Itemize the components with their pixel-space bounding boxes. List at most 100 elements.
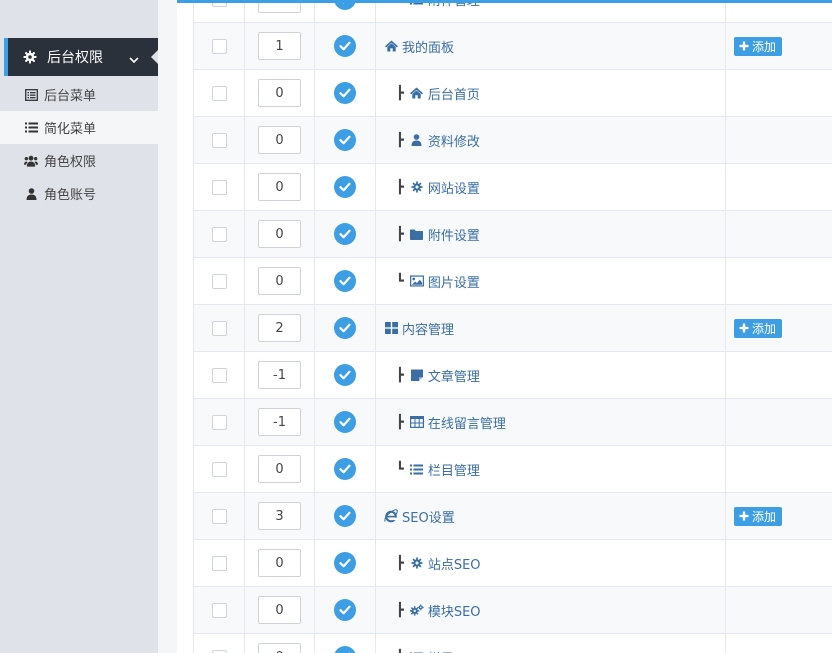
sort-order-input[interactable]: 0 (258, 596, 301, 624)
sort-order-input[interactable]: -1 (258, 408, 301, 436)
check-circle-icon[interactable] (334, 411, 356, 433)
check-circle-icon[interactable] (334, 646, 356, 653)
check-circle-icon[interactable] (334, 3, 356, 10)
row-checkbox[interactable] (211, 85, 227, 101)
menu-name-cell: SEO设置 (376, 493, 726, 539)
row-checkbox[interactable] (211, 414, 227, 430)
operation-cell (726, 352, 832, 398)
sidebar-item-3[interactable]: 角色权限 (0, 144, 158, 177)
check-circle-icon[interactable] (334, 599, 356, 621)
menu-name[interactable]: 站点SEO (428, 554, 481, 573)
users-icon (24, 154, 38, 168)
sort-cell: 0 (245, 70, 315, 116)
select-cell (194, 305, 245, 351)
row-checkbox[interactable] (211, 132, 227, 148)
add-child-button[interactable]: 添加 (734, 36, 783, 56)
row-checkbox[interactable] (211, 555, 227, 571)
menu-name[interactable]: 网站设置 (428, 178, 480, 197)
sidebar-item-2[interactable]: 简化菜单 (0, 111, 158, 144)
home-icon (384, 39, 398, 53)
menu-name[interactable]: 内容管理 (402, 319, 454, 338)
check-circle-icon[interactable] (334, 129, 356, 151)
operation-cell (726, 587, 832, 633)
sort-order-input[interactable]: 1 (258, 32, 301, 60)
check-circle-icon[interactable] (334, 270, 356, 292)
sort-order-input[interactable]: 0 (258, 220, 301, 248)
table-row: -1 ┣ 文章管理 (194, 352, 832, 399)
sort-order-input[interactable]: 2 (258, 314, 301, 342)
gears-icon (409, 603, 424, 617)
check-circle-icon[interactable] (334, 82, 356, 104)
menu-name[interactable]: 模块SEO (428, 601, 481, 620)
sort-cell: 0 (245, 258, 315, 304)
sort-order-input[interactable]: 0 (258, 267, 301, 295)
menu-name-cell: ┣ 资料修改 (376, 117, 726, 163)
row-checkbox[interactable] (211, 38, 227, 54)
operation-cell (726, 634, 832, 653)
check-circle-icon[interactable] (334, 505, 356, 527)
sort-order-input[interactable]: -1 (258, 361, 301, 389)
menu-name-cell: 我的面板 (376, 23, 726, 69)
check-circle-icon[interactable] (334, 364, 356, 386)
add-child-button[interactable]: 添加 (734, 506, 783, 526)
sort-order-input[interactable]: 0 (258, 549, 301, 577)
plus-icon (739, 511, 749, 521)
select-cell (194, 352, 245, 398)
menu-name[interactable]: 我的面板 (402, 37, 454, 56)
menu-name[interactable]: 后台首页 (428, 84, 480, 103)
table-row: 0 ┗ 栏目管理 (194, 446, 832, 493)
sort-order-input[interactable]: 3 (258, 502, 301, 530)
sort-order-input[interactable]: 0 (258, 643, 301, 653)
check-circle-icon[interactable] (334, 35, 356, 57)
check-circle-icon[interactable] (334, 223, 356, 245)
sort-cell: 0 (245, 587, 315, 633)
check-circle-icon[interactable] (334, 552, 356, 574)
check-circle-icon[interactable] (334, 176, 356, 198)
sidebar-group-admin-permissions[interactable]: 后台权限 (4, 38, 158, 76)
row-checkbox[interactable] (211, 320, 227, 336)
menu-name[interactable]: 资料修改 (428, 131, 480, 150)
check-circle-icon[interactable] (334, 458, 356, 480)
sort-order-input[interactable]: 0 (258, 455, 301, 483)
menu-name[interactable]: 图片设置 (428, 272, 480, 291)
row-checkbox[interactable] (211, 649, 227, 653)
sidebar-item-1[interactable]: 后台菜单 (0, 78, 158, 111)
menu-name[interactable]: 附件管理 (428, 3, 480, 9)
list-alt-icon (24, 88, 38, 102)
row-checkbox[interactable] (211, 273, 227, 289)
sort-order-input[interactable]: 0 (258, 3, 301, 13)
status-cell (315, 634, 376, 653)
select-cell (194, 23, 245, 69)
operation-cell (726, 446, 832, 492)
sort-order-input[interactable]: 0 (258, 79, 301, 107)
menu-name[interactable]: SEO设置 (402, 507, 455, 526)
menu-name[interactable]: 文章管理 (428, 366, 480, 385)
gear-icon (22, 49, 38, 65)
table-row: 0 ┣ 资料修改 (194, 117, 832, 164)
check-circle-icon[interactable] (334, 317, 356, 339)
row-checkbox[interactable] (211, 179, 227, 195)
table-row: 0 ┗ 图片设置 (194, 258, 832, 305)
table-row: 0 ┗ 附件管理 (194, 3, 832, 23)
sort-order-input[interactable]: 0 (258, 173, 301, 201)
row-checkbox[interactable] (211, 3, 227, 7)
ie-icon (384, 509, 398, 523)
table-row: 0 ┣ 后台首页 (194, 70, 832, 117)
select-cell (194, 399, 245, 445)
chevron-down-icon[interactable] (128, 51, 140, 70)
row-checkbox[interactable] (211, 508, 227, 524)
menu-name[interactable]: 栏目管理 (428, 460, 480, 479)
operation-cell (726, 117, 832, 163)
menu-name[interactable]: 栏目SEO (428, 648, 481, 653)
sidebar-item-4[interactable]: 角色账号 (0, 177, 158, 210)
row-checkbox[interactable] (211, 226, 227, 242)
sort-order-input[interactable]: 0 (258, 126, 301, 154)
row-checkbox[interactable] (211, 367, 227, 383)
menu-name[interactable]: 附件设置 (428, 225, 480, 244)
sort-cell: 0 (245, 3, 315, 22)
row-checkbox[interactable] (211, 602, 227, 618)
add-child-button[interactable]: 添加 (734, 318, 783, 338)
menu-name[interactable]: 在线留言管理 (428, 413, 506, 432)
row-checkbox[interactable] (211, 461, 227, 477)
list-icon (24, 121, 38, 135)
